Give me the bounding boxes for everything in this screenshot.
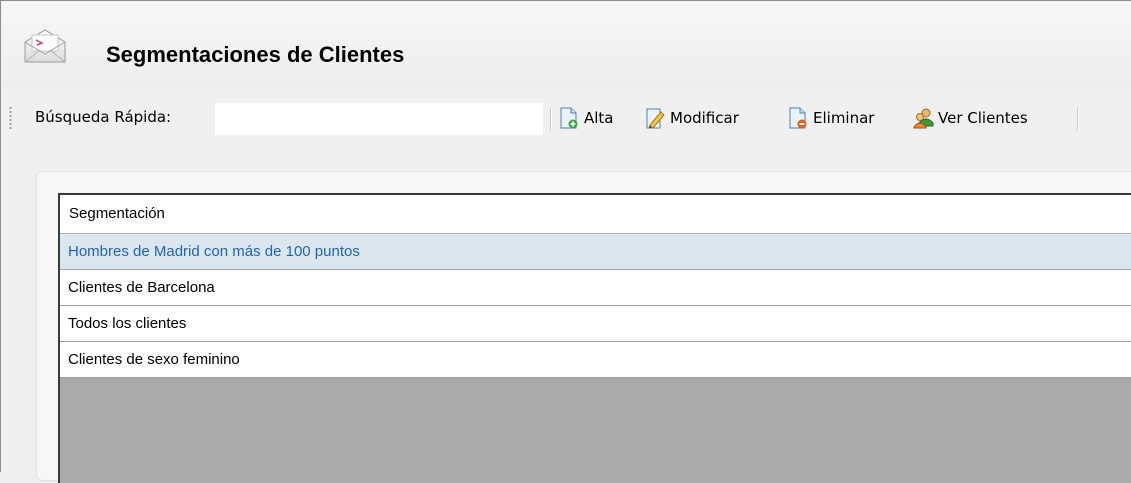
row-cell: Todos los clientes xyxy=(68,315,187,332)
column-header-segmentacion[interactable]: Segmentación xyxy=(60,195,1131,234)
row-cell: Clientes de Barcelona xyxy=(68,279,215,296)
toolbar: Búsqueda Rápida: Alta Modificar Eliminar… xyxy=(2,98,1131,138)
toolbar-separator xyxy=(1077,108,1079,130)
search-label: Búsqueda Rápida: xyxy=(35,108,172,126)
users-icon xyxy=(913,107,934,129)
ver-clientes-button[interactable]: Ver Clientes xyxy=(913,104,1028,132)
document-delete-icon xyxy=(788,107,808,129)
segmentation-grid[interactable]: Segmentación Hombres de Madrid con más d… xyxy=(58,193,1131,483)
toolbar-separator xyxy=(550,108,552,130)
toolbar-grip[interactable] xyxy=(9,106,12,130)
alta-button[interactable]: Alta xyxy=(559,104,614,132)
page-title: Segmentaciones de Clientes xyxy=(106,42,405,67)
table-row[interactable]: Clientes de Barcelona xyxy=(60,270,1131,306)
ver-clientes-label: Ver Clientes xyxy=(938,109,1028,127)
segmentaciones-window: Segmentaciones de Clientes Búsqueda Rápi… xyxy=(0,0,1131,483)
search-input[interactable] xyxy=(215,103,543,135)
envelope-icon xyxy=(22,28,68,64)
eliminar-button[interactable]: Eliminar xyxy=(788,104,874,132)
modificar-button[interactable]: Modificar xyxy=(645,104,739,132)
modificar-label: Modificar xyxy=(670,109,739,127)
table-row[interactable]: Hombres de Madrid con más de 100 puntos xyxy=(60,234,1131,270)
window-header: Segmentaciones de Clientes xyxy=(2,2,1131,88)
edit-icon xyxy=(645,107,665,129)
column-header-label: Segmentación xyxy=(69,205,165,222)
table-row[interactable]: Todos los clientes xyxy=(60,306,1131,342)
table-row[interactable]: Clientes de sexo feminino xyxy=(60,342,1131,378)
eliminar-label: Eliminar xyxy=(813,109,875,127)
row-cell: Clientes de sexo feminino xyxy=(68,351,240,368)
row-cell: Hombres de Madrid con más de 100 puntos xyxy=(68,243,360,260)
document-add-icon xyxy=(559,107,579,129)
alta-label: Alta xyxy=(584,109,614,127)
